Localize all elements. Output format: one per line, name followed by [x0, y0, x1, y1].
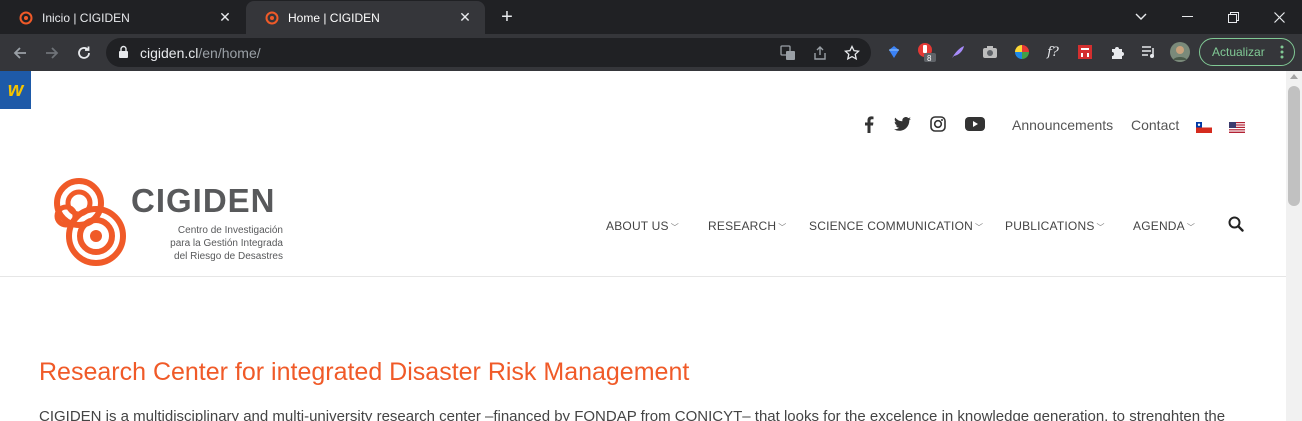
- lock-icon[interactable]: [118, 45, 129, 64]
- bookmark-star-icon[interactable]: [843, 44, 861, 62]
- chevron-down-icon: ﹀: [1186, 223, 1196, 232]
- nav-agenda[interactable]: AGENDA ﹀: [1133, 219, 1195, 233]
- reload-button[interactable]: [72, 41, 96, 65]
- forward-button[interactable]: [40, 41, 64, 65]
- contact-link[interactable]: Contact: [1131, 117, 1179, 133]
- color-wheel-extension-icon[interactable]: [1012, 42, 1032, 62]
- restore-button[interactable]: [1210, 0, 1256, 34]
- feather-extension-icon[interactable]: [948, 42, 968, 62]
- w-widget-icon[interactable]: w: [0, 71, 31, 109]
- chevron-down-icon: ﹀: [670, 223, 679, 232]
- youtube-icon[interactable]: [964, 114, 986, 134]
- url-text[interactable]: cigiden.cl/en/home/: [140, 45, 261, 61]
- extensions-puzzle-icon[interactable]: [1107, 42, 1127, 62]
- chevron-down-icon: ﹀: [1096, 223, 1105, 232]
- nav-label: AGENDA: [1133, 219, 1185, 233]
- close-window-button[interactable]: [1256, 0, 1302, 34]
- address-bar[interactable]: cigiden.cl/en/home/: [106, 38, 871, 67]
- tab-title: Inicio | CIGIDEN: [42, 10, 130, 25]
- logo-subtitle: Centro de Investigación para la Gestión …: [131, 224, 283, 263]
- search-icon[interactable]: [1228, 216, 1246, 234]
- logo-title: CIGIDEN: [131, 182, 276, 219]
- facebook-icon[interactable]: [858, 114, 880, 134]
- update-button-label: Actualizar: [1212, 45, 1265, 59]
- nav-label: PUBLICATIONS: [1005, 219, 1095, 233]
- intro-paragraph: CIGIDEN is a multidisciplinary and multi…: [39, 408, 1226, 421]
- tab-close-icon[interactable]: ✕: [217, 9, 233, 25]
- logo-subtitle-line: del Riesgo de Desastres: [174, 251, 283, 262]
- tab-search-chevron-icon[interactable]: [1118, 0, 1164, 34]
- page-scrollbar[interactable]: [1286, 71, 1302, 421]
- formula-extension-icon[interactable]: f?: [1043, 42, 1063, 62]
- cigiden-logo-icon[interactable]: [52, 176, 130, 271]
- nav-research[interactable]: RESEARCH ﹀: [708, 219, 786, 233]
- header-divider: [0, 276, 1286, 277]
- adblock-extension-icon[interactable]: 8: [916, 42, 936, 62]
- nav-label: ABOUT US: [606, 219, 669, 233]
- camera-extension-icon[interactable]: [980, 42, 1000, 62]
- logo-subtitle-line: para la Gestión Integrada: [170, 238, 283, 249]
- tab-inicio[interactable]: Inicio | CIGIDEN ✕: [0, 1, 245, 34]
- instagram-icon[interactable]: [927, 114, 949, 134]
- usa-flag-icon[interactable]: [1229, 120, 1245, 133]
- back-button[interactable]: [8, 41, 32, 65]
- tab-home[interactable]: Home | CIGIDEN ✕: [246, 1, 485, 34]
- gem-extension-icon[interactable]: [884, 42, 904, 62]
- nav-about-us[interactable]: ABOUT US ﹀: [606, 219, 679, 233]
- translate-icon[interactable]: [779, 44, 797, 62]
- profile-avatar[interactable]: [1170, 42, 1190, 62]
- nav-label: RESEARCH: [708, 219, 777, 233]
- more-options-icon[interactable]: [1280, 45, 1284, 62]
- chevron-down-icon: ﹀: [778, 223, 787, 232]
- scroll-up-arrow-icon[interactable]: [1290, 74, 1298, 79]
- logo-subtitle-line: Centro de Investigación: [177, 225, 283, 236]
- scrollbar-thumb[interactable]: [1288, 86, 1300, 206]
- twitter-icon[interactable]: [891, 114, 913, 134]
- media-queue-icon[interactable]: [1139, 42, 1159, 62]
- web-page: w Announcements Contact CIGIDEN Centro d…: [0, 71, 1286, 421]
- update-button[interactable]: Actualizar: [1199, 38, 1295, 66]
- nav-science-communication[interactable]: SCIENCE COMMUNICATION ﹀: [809, 219, 983, 233]
- new-tab-button[interactable]: +: [497, 7, 517, 27]
- page-heading: Research Center for integrated Disaster …: [39, 358, 690, 386]
- extension-badge-count: 8: [927, 54, 932, 62]
- chevron-down-icon: ﹀: [974, 223, 984, 232]
- tab-close-icon[interactable]: ✕: [457, 9, 473, 25]
- nav-label: SCIENCE COMMUNICATION: [809, 219, 973, 233]
- red-extension-icon[interactable]: [1075, 42, 1095, 62]
- chile-flag-icon[interactable]: [1196, 120, 1212, 133]
- cigiden-favicon-icon: [19, 11, 33, 25]
- announcements-link[interactable]: Announcements: [1012, 117, 1113, 133]
- browser-toolbar: cigiden.cl/en/home/ 8 f? Actualizar: [0, 34, 1302, 71]
- tab-title: Home | CIGIDEN: [288, 10, 380, 25]
- share-icon[interactable]: [811, 44, 829, 62]
- nav-publications[interactable]: PUBLICATIONS ﹀: [1005, 219, 1105, 233]
- browser-tabstrip: Inicio | CIGIDEN ✕ Home | CIGIDEN ✕ +: [0, 0, 1302, 34]
- minimize-button[interactable]: [1164, 0, 1210, 34]
- cigiden-favicon-icon: [265, 11, 279, 25]
